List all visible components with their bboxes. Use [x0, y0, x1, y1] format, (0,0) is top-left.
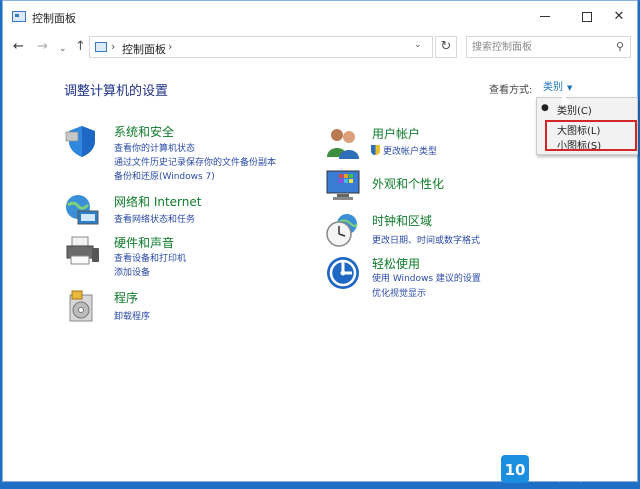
category-title[interactable]: 程序 — [114, 289, 138, 306]
category-title[interactable]: 网络和 Internet — [114, 193, 201, 210]
category-link[interactable]: 查看你的计算机状态 — [114, 141, 195, 154]
category-title[interactable]: 时钟和区域 — [372, 212, 432, 229]
category-title[interactable]: 系统和安全 — [114, 123, 174, 140]
ease-of-access-icon[interactable] — [325, 255, 361, 291]
category-link[interactable]: 更改帐户类型 — [383, 147, 437, 157]
selected-bullet-icon: ● — [541, 103, 549, 113]
shield-icon[interactable] — [64, 123, 100, 159]
page-title: 调整计算机的设置 — [64, 84, 169, 99]
category-link[interactable]: 添加设备 — [114, 265, 150, 278]
dropdown-caret-icon: ▼ — [567, 84, 573, 92]
win10-logo-icon: 10 — [501, 455, 529, 483]
clock-globe-icon[interactable] — [325, 212, 361, 248]
category-title[interactable]: 用户帐户 — [372, 125, 420, 142]
view-by-label: 查看方式: — [489, 85, 533, 96]
view-by-value: 类别 — [543, 82, 563, 93]
network-globe-icon[interactable] — [64, 193, 100, 229]
recent-locations-button[interactable]: ⌄ — [59, 41, 67, 57]
forward-button[interactable]: → — [37, 39, 48, 55]
watermark-url: www.qdhuajin.com — [534, 473, 610, 482]
category-title[interactable]: 外观和个性化 — [372, 175, 444, 192]
category-link[interactable]: 卸载程序 — [114, 309, 150, 322]
watermark: 10 Win10 系统家园 www.qdhuajin.com — [500, 454, 636, 486]
breadcrumb-control-panel[interactable]: 控制面板 — [122, 41, 166, 57]
category-link-with-shield[interactable]: 更改帐户类型 — [371, 144, 437, 157]
window-title: 控制面板 — [32, 12, 76, 25]
up-button[interactable]: ↑ — [75, 39, 86, 55]
highlight-annotation-box — [545, 120, 637, 151]
uac-shield-icon — [371, 145, 380, 155]
breadcrumb-chevron-icon[interactable]: › — [168, 40, 172, 53]
control-panel-app-icon — [12, 11, 26, 22]
category-link[interactable]: 优化视觉显示 — [372, 286, 426, 299]
users-icon[interactable] — [325, 125, 361, 161]
close-button[interactable]: ✕ — [597, 1, 640, 33]
category-title[interactable]: 硬件和声音 — [114, 234, 174, 251]
search-box[interactable]: ⚲ — [466, 36, 631, 58]
view-by-menu: ● 类别(C) 大图标(L) 小图标(S) — [536, 97, 638, 155]
monitor-palette-icon[interactable] — [325, 167, 361, 203]
address-bar[interactable]: › 控制面板 › ⌄ — [89, 36, 433, 58]
programs-disc-icon[interactable] — [64, 289, 100, 325]
watermark-title: Win10 系统家园 — [534, 458, 629, 472]
minimize-button[interactable] — [523, 1, 567, 33]
watermark-logo-text: 10 — [505, 461, 526, 479]
control-panel-small-icon — [95, 42, 107, 52]
category-link[interactable]: 更改日期、时间或数字格式 — [372, 233, 480, 246]
printer-icon[interactable] — [64, 234, 100, 270]
search-icon[interactable]: ⚲ — [616, 40, 624, 53]
category-link[interactable]: 使用 Windows 建议的设置 — [372, 271, 481, 284]
breadcrumb-chevron-icon[interactable]: › — [111, 40, 115, 53]
control-panel-window: 控制面板 ✕ ← → ⌄ ↑ › 控制面板 › ⌄ ↻ ⚲ 调整计算机的设置 查… — [2, 0, 638, 482]
back-button[interactable]: ← — [13, 39, 24, 55]
category-link[interactable]: 通过文件历史记录保存你的文件备份副本 — [114, 155, 276, 168]
category-link[interactable]: 备份和还原(Windows 7) — [114, 169, 215, 182]
navigation-bar: ← → ⌄ ↑ › 控制面板 › ⌄ ↻ ⚲ — [3, 33, 637, 63]
address-dropdown-chevron-icon[interactable]: ⌄ — [414, 40, 422, 50]
title-bar[interactable]: 控制面板 ✕ — [3, 1, 637, 33]
category-link[interactable]: 查看设备和打印机 — [114, 251, 186, 264]
search-input[interactable] — [472, 39, 602, 55]
refresh-button[interactable]: ↻ — [435, 36, 457, 58]
category-title[interactable]: 轻松使用 — [372, 255, 420, 272]
category-link[interactable]: 查看网络状态和任务 — [114, 212, 195, 225]
maximize-icon — [582, 11, 592, 22]
minimize-icon — [540, 16, 550, 17]
